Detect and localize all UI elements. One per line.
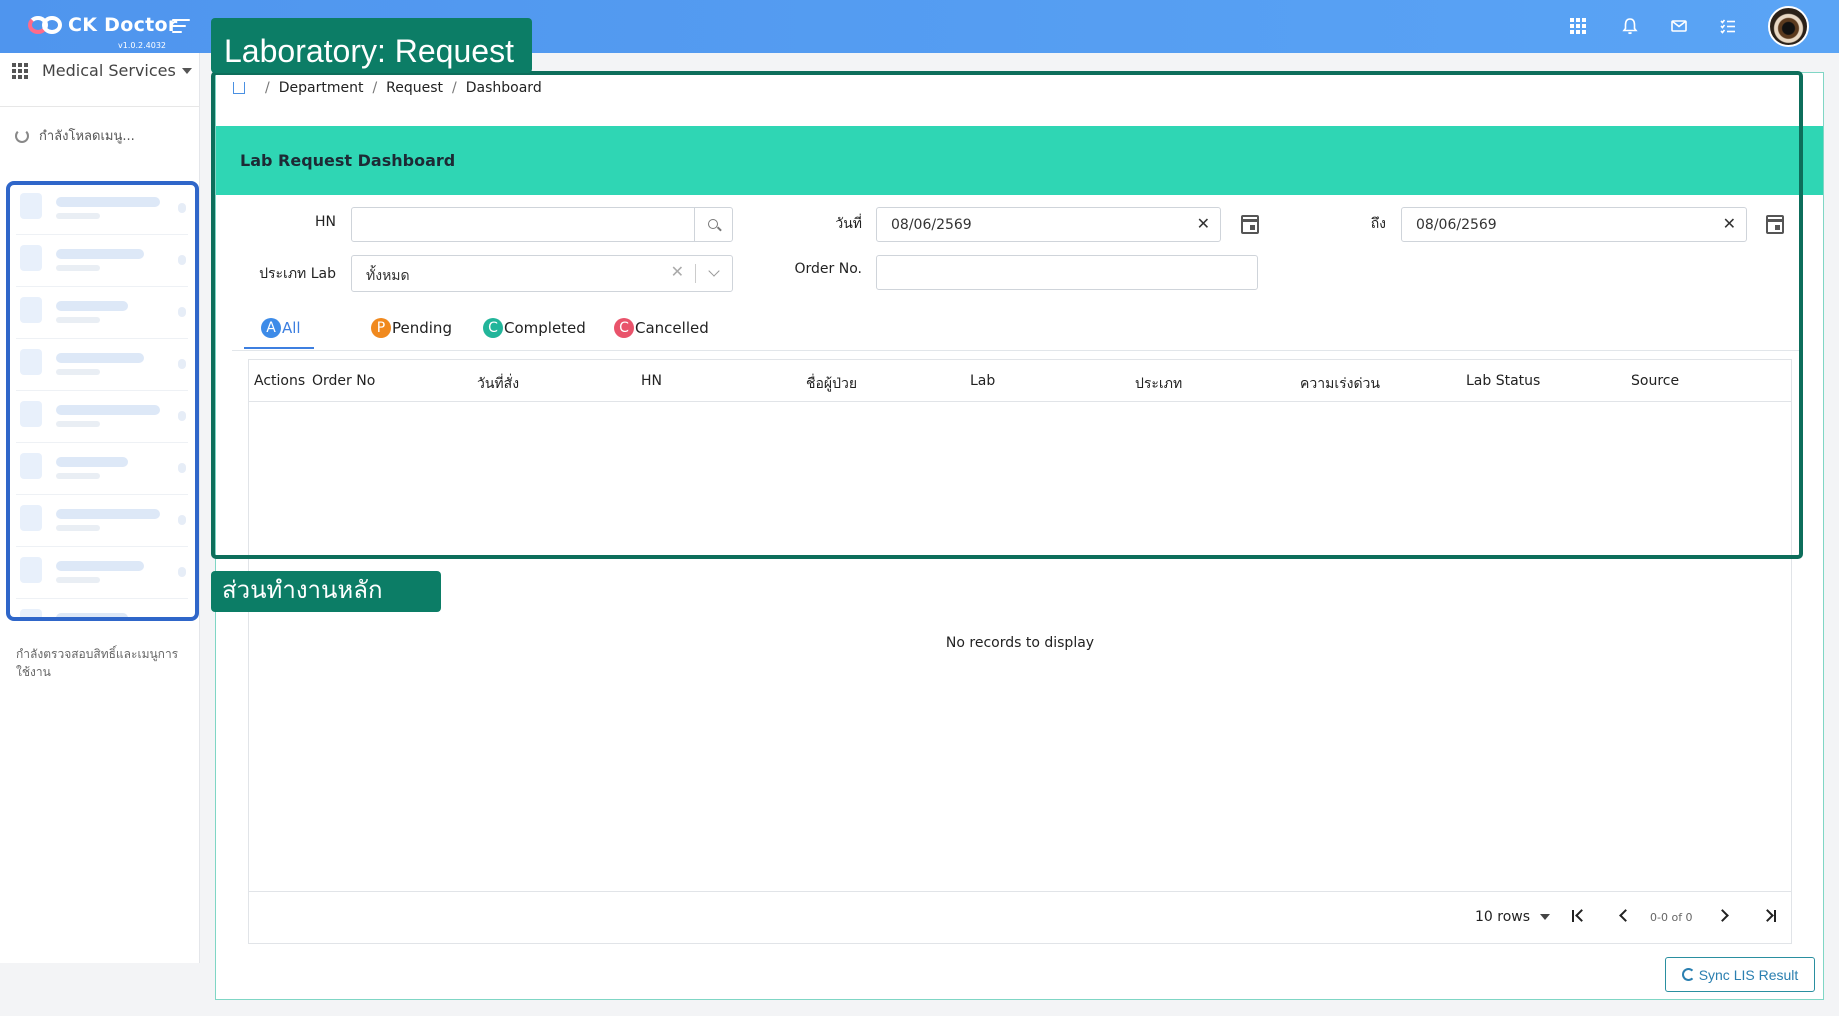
main-workarea-highlight [211, 71, 1803, 559]
logo-icon [28, 12, 64, 38]
skeleton-item [16, 599, 188, 617]
module-grid-icon [12, 62, 28, 79]
caret-down-icon [181, 67, 192, 74]
empty-table-message: No records to display [945, 635, 1095, 651]
loading-text: กำลังโหลดเมนู... [39, 129, 135, 144]
permission-check-note: กำลังตรวจสอบสิทธิ์และเมนูการใช้งาน [16, 647, 179, 679]
app-version: v1.0.2.4032 [118, 41, 166, 50]
app-name: CK Doctor [68, 14, 178, 36]
menu-skeleton-highlight [6, 181, 199, 621]
app-logo[interactable]: CK Doctor [28, 12, 178, 38]
annotation-label-bottom: ส่วนทำงานหลัก [211, 571, 441, 612]
previous-page-icon[interactable] [1615, 906, 1635, 926]
skeleton-item [16, 443, 188, 495]
sidebar: Medical Services กำลังโหลดเมนู... กำลังต… [0, 53, 200, 963]
skeleton-item [16, 185, 188, 235]
spinner-icon [15, 128, 29, 143]
rows-per-page-value: 10 rows [1475, 909, 1531, 925]
sync-button-label: Sync LIS Result [1698, 966, 1799, 983]
module-name: Medical Services [42, 61, 176, 80]
skeleton-item [16, 391, 188, 443]
module-selector[interactable]: Medical Services [12, 61, 192, 80]
skeleton-item [16, 339, 188, 391]
sync-lis-result-button[interactable]: Sync LIS Result [1665, 957, 1815, 992]
menu-loading: กำลังโหลดเมนู... [15, 125, 135, 146]
caret-down-icon [1540, 914, 1551, 920]
skeleton-item [16, 547, 188, 599]
skeleton-item [16, 287, 188, 339]
skeleton-item [16, 235, 188, 287]
table-pagination: 10 rows 0-0 of 0 [249, 891, 1791, 943]
sidebar-divider [0, 106, 200, 107]
last-page-icon[interactable] [1761, 906, 1781, 926]
pagination-info: 0-0 of 0 [1650, 911, 1693, 924]
annotation-label-top: Laboratory: Request [211, 18, 532, 73]
mail-icon[interactable] [1669, 16, 1689, 36]
user-avatar[interactable] [1768, 6, 1809, 47]
next-page-icon[interactable] [1715, 906, 1735, 926]
task-list-icon[interactable] [1718, 16, 1738, 36]
bell-icon[interactable] [1620, 16, 1640, 36]
rows-per-page-select[interactable]: 10 rows [1475, 909, 1551, 925]
skeleton-item [16, 495, 188, 547]
refresh-icon [1681, 968, 1695, 981]
apps-grid-icon[interactable] [1568, 16, 1588, 36]
menu-toggle-icon[interactable] [172, 19, 190, 33]
first-page-icon[interactable] [1569, 906, 1589, 926]
